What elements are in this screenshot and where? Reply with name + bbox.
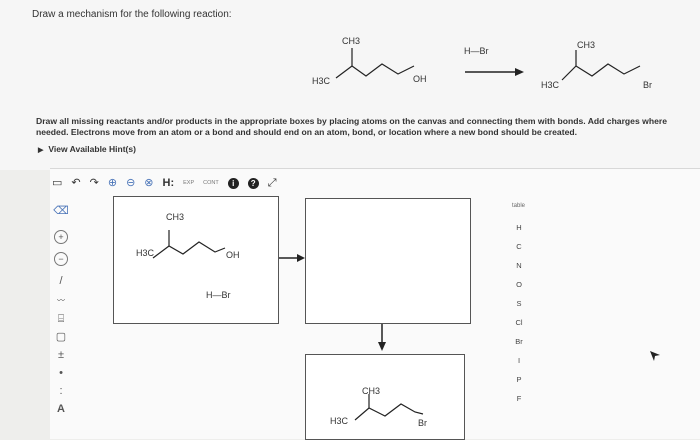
reactant-skeleton (335, 63, 415, 79)
box3-br-label: Br (418, 418, 427, 428)
zoom-out-icon[interactable]: ⊖ (126, 176, 135, 190)
atom-button-s[interactable]: S (508, 299, 530, 308)
zoom-reset-icon[interactable]: ⊗ (144, 176, 153, 190)
box1-ch3-label: CH3 (166, 212, 185, 222)
editor-toolbar: ▭ ↶ ↷ ⊕ ⊖ ⊗ H: EXP CONT i ? ⤢ (52, 174, 277, 192)
box3-ch3-label: CH3 (362, 386, 381, 396)
atom-button-i[interactable]: I (508, 356, 530, 365)
cont-toggle[interactable]: CONT (203, 176, 219, 190)
question-prompt: Draw a mechanism for the following react… (32, 9, 232, 20)
product-skeleton (561, 63, 641, 81)
box1-structure (152, 230, 226, 259)
positive-charge-icon[interactable]: + (52, 228, 70, 246)
box1-oh-label: OH (226, 250, 240, 260)
zoom-in-icon[interactable]: ⊕ (108, 176, 117, 190)
box2-to-box3-arrow (378, 324, 386, 351)
radical-tool-icon[interactable]: • (52, 364, 70, 382)
help-icon[interactable]: ? (247, 177, 259, 189)
periodic-table-button[interactable]: table (512, 203, 525, 209)
lone-pair-tool-icon[interactable]: H: (163, 176, 175, 190)
atom-button-f[interactable]: F (508, 394, 530, 403)
box3-structure (354, 394, 424, 421)
atom-button-br[interactable]: Br (508, 337, 530, 346)
lone-pair-icon[interactable]: : (52, 382, 70, 400)
template-tool-icon[interactable]: ⌸ (52, 310, 70, 328)
product-h3c-label: H3C (541, 80, 560, 90)
instructions-text: Draw all missing reactants and/or produc… (36, 116, 667, 137)
atom-button-n[interactable]: N (508, 261, 530, 270)
box1-hbr-label: H—Br (206, 290, 231, 300)
reactant-ch3-label: CH3 (342, 36, 361, 46)
negative-charge-icon[interactable]: − (52, 250, 70, 268)
chain-tool-icon[interactable]: 〰 (52, 292, 70, 310)
box1-h3c-label: H3C (136, 248, 155, 258)
text-tool-icon[interactable]: A (52, 400, 70, 418)
atom-button-h[interactable]: H (508, 223, 530, 232)
box1-to-box2-arrow (279, 254, 305, 262)
product-br-label: Br (643, 80, 652, 90)
mouse-cursor-icon (650, 351, 660, 361)
view-hints-link[interactable]: ▶ View Available Hint(s) (38, 144, 136, 154)
reaction-arrow-head (515, 68, 524, 76)
charge-tool-icon[interactable]: ± (52, 346, 70, 364)
atom-button-p[interactable]: P (508, 375, 530, 384)
atom-button-cl[interactable]: Cl (508, 318, 530, 327)
new-document-icon[interactable]: ▭ (52, 176, 62, 190)
reagent-label: H—Br (464, 46, 489, 56)
single-bond-tool-icon[interactable]: / (52, 272, 70, 290)
expand-triangle-icon: ▶ (38, 147, 44, 154)
redo-icon[interactable]: ↷ (90, 176, 99, 190)
intermediate-box[interactable] (305, 198, 471, 324)
atom-button-o[interactable]: O (508, 280, 530, 289)
reactant-oh-label: OH (413, 74, 427, 84)
fullscreen-icon[interactable]: ⤢ (268, 176, 277, 190)
info-icon[interactable]: i (227, 177, 239, 189)
product-ch3-label: CH3 (577, 40, 596, 50)
reactant-h3c-label: H3C (312, 76, 331, 86)
undo-icon[interactable]: ↶ (71, 176, 80, 190)
exp-toggle[interactable]: EXP (183, 176, 194, 190)
box3-h3c-label: H3C (330, 416, 349, 426)
atom-button-c[interactable]: C (508, 242, 530, 251)
ring-tool-icon[interactable]: ▢ (52, 328, 70, 346)
eraser-tool-icon[interactable]: ⌫ (52, 202, 70, 220)
